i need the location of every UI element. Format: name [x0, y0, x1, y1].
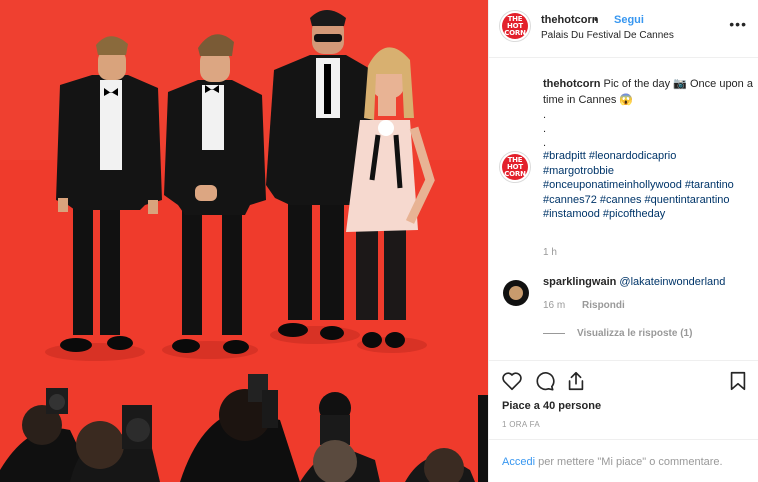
comment-username[interactable]: sparklingwain [543, 276, 616, 288]
post-photo[interactable] [0, 0, 488, 482]
login-link[interactable]: Accedi [502, 456, 535, 468]
profile-avatar[interactable]: THE HOT CORN [499, 10, 531, 42]
hotcorn-logo-icon: THE HOT CORN [502, 13, 528, 39]
likes-count[interactable]: Piace a 40 persone [502, 400, 601, 412]
caption-dot-line: . [543, 109, 547, 121]
login-prompt-rest: per mettere "Mi piace" o commentare. [535, 456, 723, 468]
view-replies-button[interactable]: Visualizza le risposte (1) [543, 328, 692, 339]
post-actions: Piace a 40 persone 1 ORA FA Accedi per m… [489, 360, 758, 480]
comment-time: 16 m [543, 300, 566, 311]
logo-text-line: CORN [504, 169, 526, 178]
caption-time: 1 h [543, 247, 557, 258]
post-timestamp: 1 ORA FA [502, 420, 540, 429]
more-options-icon[interactable]: ••• [729, 16, 747, 32]
avatar-face [509, 286, 523, 300]
red-carpet-photo [0, 0, 488, 482]
share-icon[interactable] [565, 370, 587, 392]
comment-icon[interactable] [533, 370, 555, 392]
comment-avatar[interactable]: THE HOT CORN [499, 151, 531, 183]
caption-dots: . . . [543, 108, 546, 150]
separator-dot: • [594, 14, 598, 26]
caption-username[interactable]: thehotcorn [543, 78, 600, 90]
comment-meta: 16 m Rispondi [543, 300, 625, 311]
post-caption: thehotcorn Pic of the day 📷 Once upon a … [543, 76, 753, 108]
caption-dot-line: . [543, 137, 547, 149]
reply-button[interactable]: Rispondi [582, 300, 625, 311]
replies-divider [543, 332, 565, 334]
post-location[interactable]: Palais Du Festival De Cannes [541, 30, 674, 41]
login-prompt: Accedi per mettere "Mi piace" o commenta… [489, 439, 758, 482]
caption-dot-line: . [543, 123, 547, 135]
follow-button[interactable]: Segui [614, 14, 644, 26]
post-header: THE HOT CORN thehotcorn • Segui Palais D… [489, 0, 758, 58]
logo-text-line: CORN [504, 28, 526, 37]
post-username[interactable]: thehotcorn [541, 14, 598, 26]
hashtag-list[interactable]: #bradpitt #leonardodicaprio #margotrobbi… [543, 149, 743, 222]
view-replies-label: Visualizza le risposte (1) [577, 328, 693, 339]
login-prompt-text: Accedi per mettere "Mi piace" o commenta… [502, 456, 723, 468]
heart-icon[interactable] [501, 370, 523, 392]
comment-text: sparklingwain @lakateinwonderland [543, 276, 725, 288]
post-side-panel: THE HOT CORN thehotcorn • Segui Palais D… [488, 0, 758, 482]
bookmark-icon[interactable] [727, 370, 749, 392]
comment-mention[interactable]: @lakateinwonderland [619, 276, 725, 288]
commenter-avatar[interactable] [503, 280, 529, 306]
hotcorn-logo-icon: THE HOT CORN [502, 154, 528, 180]
